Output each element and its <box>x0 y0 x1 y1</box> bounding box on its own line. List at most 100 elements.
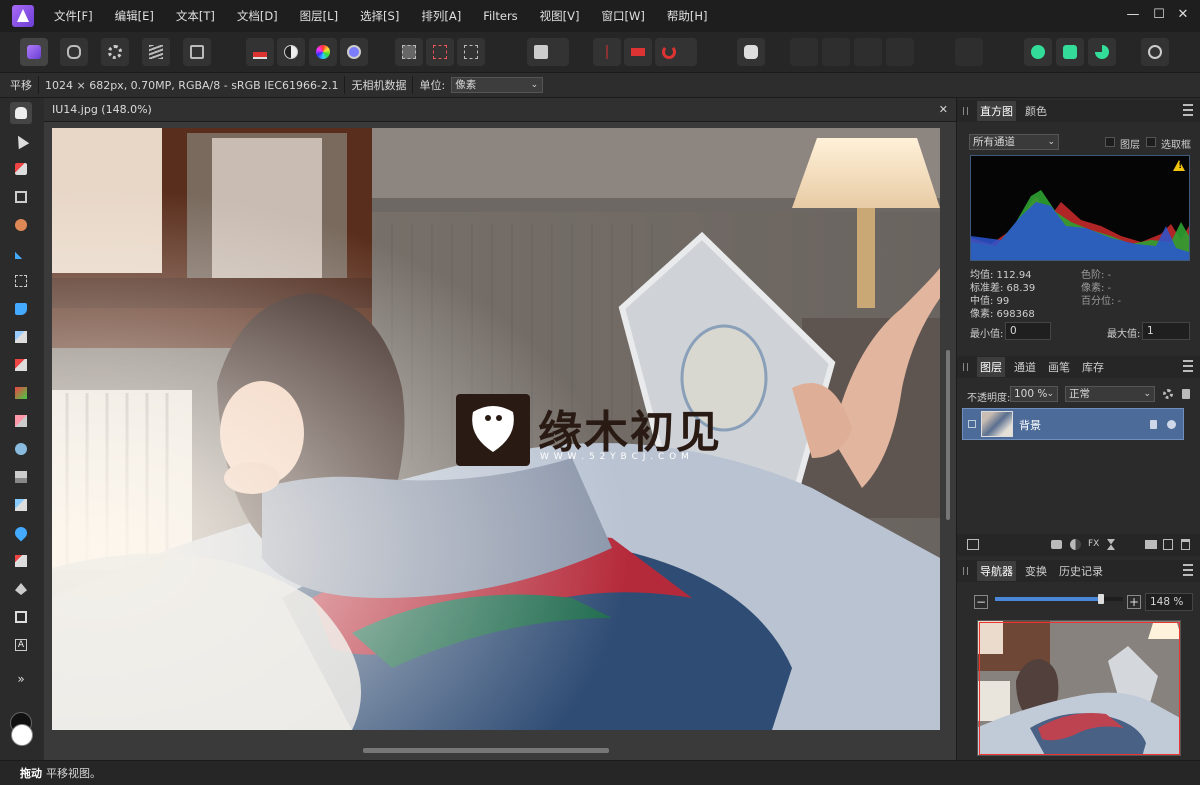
account-button[interactable] <box>1141 38 1169 66</box>
gear-icon[interactable] <box>1163 389 1173 399</box>
auto-contrast-button[interactable] <box>277 38 305 66</box>
close-window-button[interactable]: ✕ <box>1176 8 1190 22</box>
layer-options-icon[interactable] <box>967 539 979 550</box>
auto-colors-button[interactable] <box>309 38 337 66</box>
folder-icon[interactable] <box>1145 540 1157 549</box>
menu-select[interactable]: 选择[S] <box>360 8 399 24</box>
zoom-slider[interactable] <box>995 594 1123 609</box>
auto-white-balance-button[interactable] <box>340 38 368 66</box>
maximize-button[interactable]: ☐ <box>1152 8 1166 22</box>
flood-select-tool[interactable] <box>10 242 32 264</box>
quick-mask-button[interactable] <box>527 38 569 66</box>
marquee-tool[interactable] <box>10 270 32 292</box>
mixer-brush-tool[interactable] <box>10 382 32 404</box>
histogram-panel-menu-icon[interactable] <box>1183 104 1193 116</box>
color-picker-tool[interactable] <box>10 158 32 180</box>
menu-help[interactable]: 帮助[H] <box>667 8 708 24</box>
horizontal-scroll-thumb[interactable] <box>363 748 609 753</box>
tab-stock[interactable]: 库存 <box>1079 357 1107 377</box>
align-button-1[interactable] <box>790 38 818 66</box>
magnet-button[interactable] <box>655 38 697 66</box>
tab-transform[interactable]: 变换 <box>1022 561 1050 581</box>
export-persona-button[interactable] <box>183 38 211 66</box>
document-tab[interactable]: IU14.jpg (148.0%) ✕ <box>44 98 956 122</box>
zoom-out-button[interactable]: − <box>974 595 988 609</box>
smudge-tool[interactable] <box>10 550 32 572</box>
menu-file[interactable]: 文件[F] <box>54 8 93 24</box>
menu-filters[interactable]: Filters <box>483 9 517 23</box>
opacity-select[interactable]: 100 % ⌄ <box>1010 386 1058 402</box>
blend-mode-select[interactable]: 正常 ⌄ <box>1065 386 1155 402</box>
layer-checkbox[interactable] <box>1105 137 1115 147</box>
assistant-button[interactable] <box>737 38 765 66</box>
min-value-field[interactable]: 0 <box>1005 322 1051 340</box>
pen-tool[interactable] <box>10 578 32 600</box>
mirror-button[interactable] <box>624 38 652 66</box>
align-button-2[interactable] <box>822 38 850 66</box>
tab-navigator[interactable]: 导航器 <box>977 561 1016 581</box>
brush-tool[interactable] <box>10 354 32 376</box>
layer-visibility-icon[interactable] <box>1167 420 1176 429</box>
boolean-add-button[interactable] <box>1024 38 1052 66</box>
max-value-field[interactable]: 1 <box>1142 322 1190 340</box>
tone-mapping-persona-button[interactable] <box>142 38 170 66</box>
tab-histogram[interactable]: 直方图 <box>977 101 1016 121</box>
tab-layers[interactable]: 图层 <box>977 357 1005 377</box>
primary-color-swatch[interactable] <box>11 724 33 746</box>
navigator-panel-menu-icon[interactable] <box>1183 564 1193 576</box>
liquify-persona-button[interactable] <box>60 38 88 66</box>
layer-row-background[interactable]: 背景 <box>962 408 1184 440</box>
dodge-tool[interactable] <box>10 438 32 460</box>
tab-brushes[interactable]: 画笔 <box>1045 357 1073 377</box>
menu-document[interactable]: 文档[D] <box>237 8 278 24</box>
paint-brush-tool[interactable] <box>10 326 32 348</box>
layers-panel-menu-icon[interactable] <box>1183 360 1193 372</box>
deselect-button[interactable] <box>426 38 454 66</box>
vertical-scrollbar[interactable] <box>944 128 952 730</box>
photo-canvas[interactable]: 缘木初见 W W W . 5 2 Y B C J . C O M <box>52 128 940 730</box>
menu-window[interactable]: 窗口[W] <box>602 8 645 24</box>
boolean-intersect-button[interactable] <box>1088 38 1116 66</box>
arrange-button[interactable] <box>955 38 983 66</box>
zoom-slider-handle[interactable] <box>1098 594 1104 604</box>
blur-tool[interactable] <box>10 522 32 544</box>
marquee-checkbox[interactable] <box>1146 137 1156 147</box>
develop-persona-button[interactable] <box>101 38 129 66</box>
boolean-subtract-button[interactable] <box>1056 38 1084 66</box>
new-layer-icon[interactable] <box>1163 539 1173 550</box>
live-filter-icon[interactable] <box>1107 539 1115 550</box>
view-tool[interactable] <box>10 102 32 124</box>
navigator-view-rect[interactable] <box>979 622 1180 755</box>
select-all-button[interactable] <box>395 38 423 66</box>
fx-icon[interactable]: FX <box>1088 539 1100 550</box>
layer-lock-icon[interactable] <box>1150 420 1157 429</box>
tab-history[interactable]: 历史记录 <box>1056 561 1106 581</box>
menu-text[interactable]: 文本[T] <box>176 8 215 24</box>
layer-expand-icon[interactable] <box>968 420 976 428</box>
flood-fill-tool[interactable] <box>10 298 32 320</box>
selection-brush-tool[interactable] <box>10 214 32 236</box>
invert-selection-button[interactable] <box>457 38 485 66</box>
move-tool[interactable] <box>10 130 32 152</box>
tab-color[interactable]: 颜色 <box>1022 101 1050 121</box>
close-document-button[interactable]: ✕ <box>939 103 948 116</box>
rectangle-tool[interactable] <box>10 606 32 628</box>
adjustment-layer-icon[interactable] <box>1070 539 1081 550</box>
unit-select[interactable]: 像素 ⌄ <box>451 77 544 93</box>
menu-edit[interactable]: 编辑[E] <box>115 8 154 24</box>
menu-layer[interactable]: 图层[L] <box>300 8 338 24</box>
more-tools-button[interactable]: » <box>10 668 32 690</box>
menu-view[interactable]: 视图[V] <box>540 8 580 24</box>
minimize-button[interactable]: — <box>1126 8 1140 22</box>
text-tool[interactable]: A <box>10 634 32 656</box>
navigator-preview[interactable] <box>977 620 1181 756</box>
zoom-field[interactable]: 148 % <box>1145 593 1193 611</box>
lock-icon[interactable] <box>1182 389 1190 399</box>
align-button-3[interactable] <box>854 38 882 66</box>
align-button-4[interactable] <box>886 38 914 66</box>
snapping-button[interactable] <box>593 38 621 66</box>
clone-tool[interactable] <box>10 466 32 488</box>
vertical-scroll-thumb[interactable] <box>946 350 950 520</box>
levels-button[interactable] <box>246 38 274 66</box>
trash-icon[interactable] <box>1181 539 1190 550</box>
